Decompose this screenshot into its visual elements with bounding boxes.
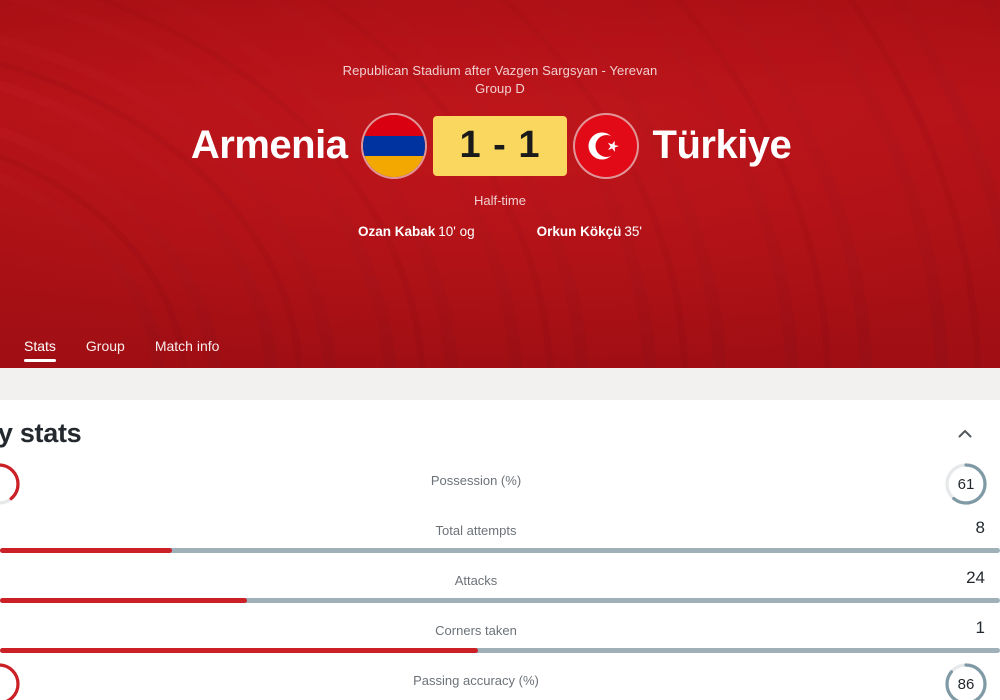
scorer-name: Ozan Kabak xyxy=(357,223,436,239)
stat-value-away: 1 xyxy=(975,618,985,637)
scorer-name: Orkun Kökçü xyxy=(536,223,622,239)
stat-value-away: 8 xyxy=(975,518,985,537)
header-tabs: Stats Group Match info xyxy=(24,330,219,368)
key-stats-card: Key stats Possession (%) 6 xyxy=(0,400,1000,700)
stat-bar-fill-home xyxy=(0,648,478,653)
stat-label: Passing accuracy (%) xyxy=(413,672,539,688)
stat-bar-track xyxy=(0,598,1000,603)
scoreline: Armenia 1 - 1 Türkiye xyxy=(0,114,1000,177)
stat-bar-fill-home xyxy=(0,548,172,553)
away-team-name: Türkiye xyxy=(652,123,792,168)
group-name: Group D xyxy=(475,81,525,97)
away-donut: 86 xyxy=(943,661,989,700)
home-team-name: Armenia xyxy=(190,123,348,168)
score-box: 1 - 1 xyxy=(433,115,567,176)
away-donut: 61 xyxy=(943,461,989,507)
tab-stats[interactable]: Stats xyxy=(24,330,56,368)
stat-bar-track xyxy=(0,648,1000,653)
stat-label: Possession (%) xyxy=(430,472,522,488)
match-status: Half-time xyxy=(473,192,526,208)
scorer-item: Orkun Kökçü 35' xyxy=(537,224,642,239)
match-header: Republican Stadium after Vazgen Sargsyan… xyxy=(0,0,1000,368)
page-background: Key stats Possession (%) 6 xyxy=(0,368,1000,700)
stat-value-away: 24 xyxy=(966,568,985,587)
away-team[interactable]: Türkiye xyxy=(574,114,895,177)
venue-block: Republican Stadium after Vazgen Sargsyan… xyxy=(343,62,658,99)
armenia-flag-icon xyxy=(363,114,426,177)
stat-label: Total attempts xyxy=(435,522,517,538)
chevron-up-icon[interactable] xyxy=(956,425,974,443)
stat-label: Attacks xyxy=(454,572,498,588)
stat-bar-track xyxy=(0,548,1000,553)
page-title: Key stats xyxy=(0,418,82,448)
scorer-item: Ozan Kabak 10' og xyxy=(358,224,475,239)
stat-row-total-attempts: Total attempts 8 xyxy=(0,509,1000,559)
stat-label: Corners taken xyxy=(435,622,517,638)
key-stats-header[interactable]: Key stats xyxy=(0,400,1000,459)
turkiye-flag-icon xyxy=(574,114,637,177)
scorer-meta: 10' og xyxy=(438,223,475,239)
venue-name: Republican Stadium after Vazgen Sargsyan… xyxy=(342,63,658,78)
home-donut xyxy=(0,461,22,507)
home-donut xyxy=(0,661,22,700)
scorers-list: Ozan Kabak 10' og Orkun Kökçü 35' xyxy=(358,224,642,239)
stat-row-attacks: Attacks 24 xyxy=(0,559,1000,609)
tab-group[interactable]: Group xyxy=(86,330,125,368)
stat-value-away: 86 xyxy=(957,675,975,693)
stat-row-corners-taken: Corners taken 1 xyxy=(0,609,1000,659)
stat-value-away: 61 xyxy=(957,475,975,493)
stat-row-passing-accuracy: Passing accuracy (%) 86 xyxy=(0,659,1000,700)
home-team[interactable]: Armenia xyxy=(105,114,426,177)
scorer-meta: 35' xyxy=(624,223,642,239)
stat-bar-fill-home xyxy=(0,598,247,603)
tab-match-info[interactable]: Match info xyxy=(155,330,220,368)
stat-row-possession: Possession (%) 61 xyxy=(0,459,1000,509)
